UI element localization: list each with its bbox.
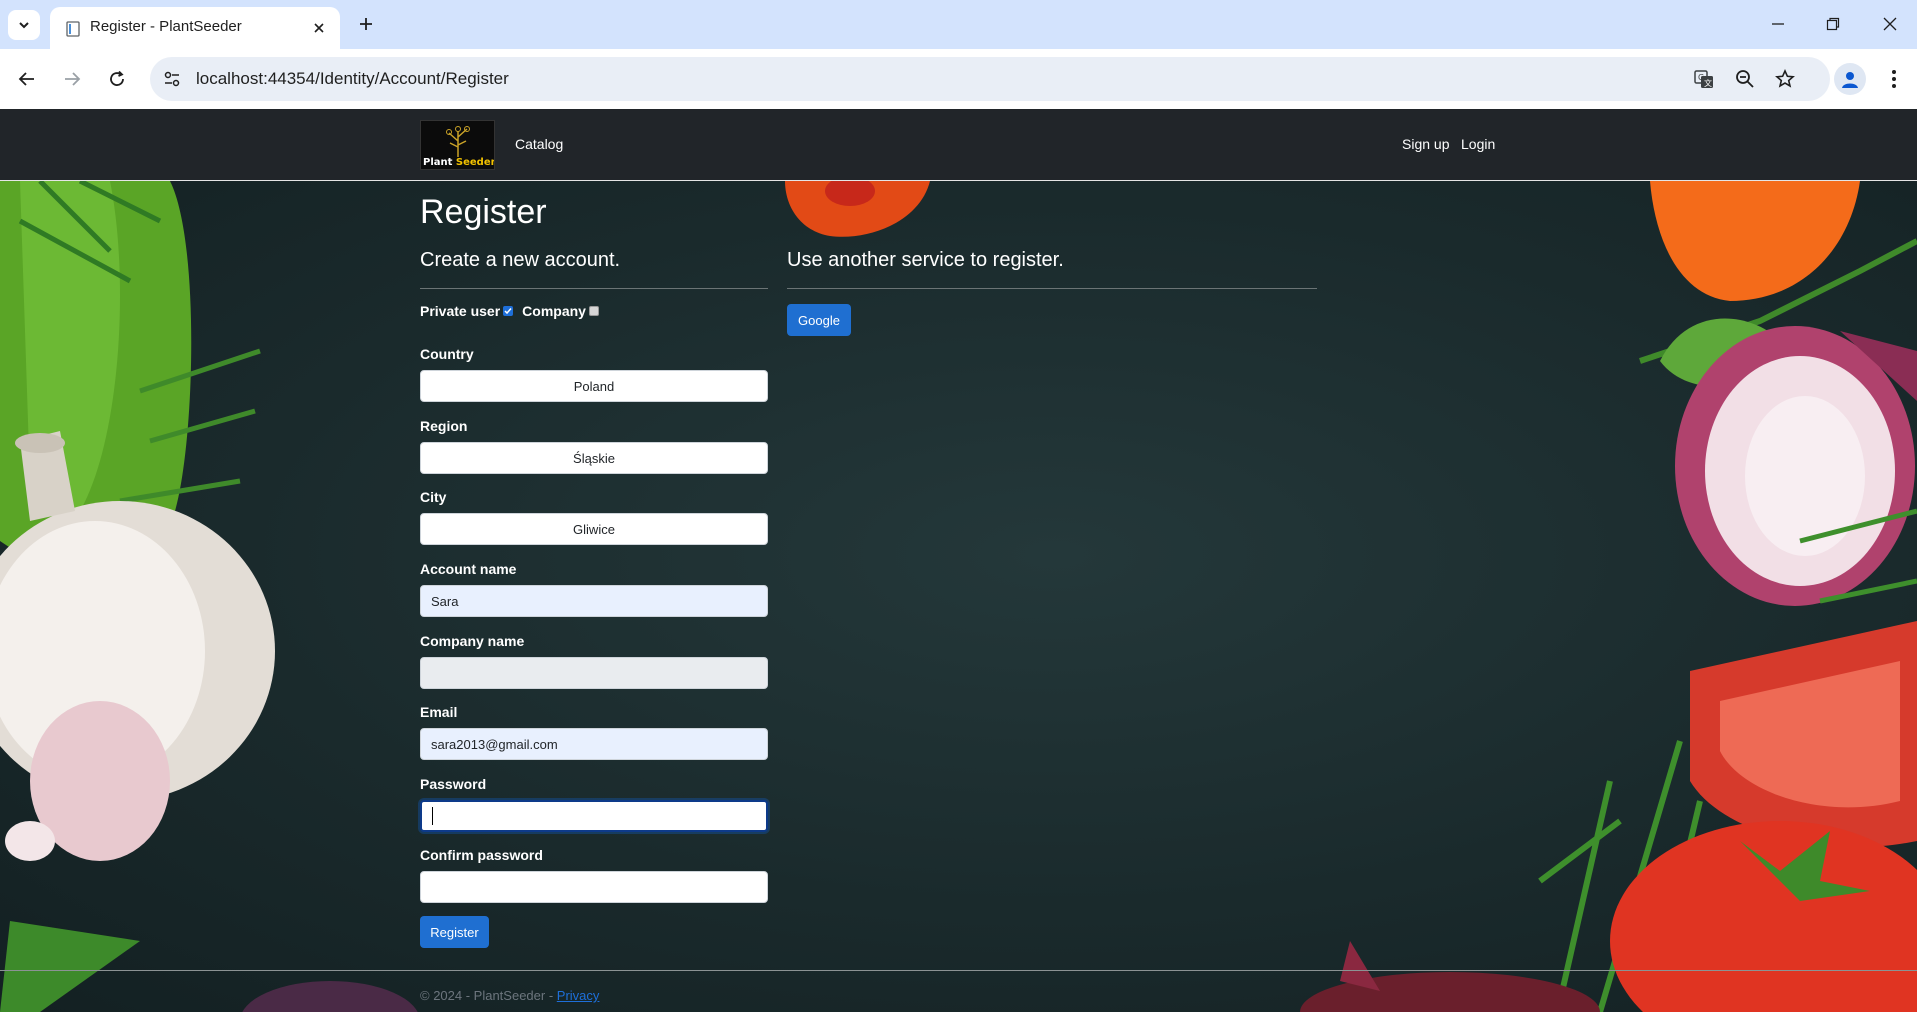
zoom-out-icon [1736, 70, 1754, 88]
company-checkbox[interactable] [588, 306, 599, 316]
web-page: Plant Seeder Catalog Sign up Login Regis… [0, 109, 1917, 1012]
password-label: Password [420, 776, 487, 792]
form-divider [420, 288, 768, 289]
vegetables-illustration [0, 181, 1917, 1012]
translate-button[interactable]: G文 [1693, 68, 1715, 90]
translate-icon: G文 [1694, 70, 1713, 88]
privacy-link[interactable]: Privacy [557, 988, 600, 1003]
browser-tab[interactable]: Register - PlantSeeder [50, 7, 340, 49]
google-login-button[interactable]: Google [787, 304, 851, 336]
password-input[interactable] [420, 800, 768, 832]
footer-divider [0, 970, 1917, 971]
minimize-button[interactable] [1766, 12, 1790, 36]
account-name-input[interactable]: Sara [420, 585, 768, 617]
company-name-input[interactable] [420, 657, 768, 689]
company-label: Company [522, 303, 586, 319]
external-login-title: Use another service to register. [787, 249, 1064, 271]
close-icon [314, 23, 324, 33]
site-info-button[interactable] [162, 69, 182, 89]
confirm-password-input[interactable] [420, 871, 768, 903]
browser-menu-button[interactable] [1880, 65, 1908, 93]
nav-signup-link[interactable]: Sign up [1402, 136, 1449, 152]
star-icon [1775, 69, 1795, 88]
site-navbar: Plant Seeder Catalog Sign up Login [0, 109, 1917, 181]
check-icon [504, 308, 512, 315]
reload-icon [110, 70, 124, 86]
email-input[interactable]: sara2013@gmail.com [420, 728, 768, 760]
city-label: City [420, 489, 447, 505]
account-type-row: Private user Company [420, 303, 605, 319]
text-cursor [432, 807, 433, 825]
address-bar[interactable]: localhost:44354/Identity/Account/Registe… [150, 57, 1830, 101]
tab-title: Register - PlantSeeder [90, 18, 242, 35]
region-select[interactable]: Śląskie [420, 442, 768, 474]
browser-tabstrip: Register - PlantSeeder [0, 0, 1917, 49]
restore-button[interactable] [1821, 12, 1845, 36]
back-button[interactable] [13, 65, 41, 93]
tab-search-button[interactable] [8, 10, 40, 40]
svg-text:文: 文 [1704, 78, 1712, 88]
form-subtitle: Create a new account. [420, 249, 621, 271]
minimize-icon [1772, 23, 1784, 25]
footer: © 2024 - PlantSeeder - Privacy [420, 988, 599, 1003]
country-select[interactable]: Poland [420, 370, 768, 402]
browser-toolbar: localhost:44354/Identity/Account/Registe… [0, 49, 1917, 109]
zoom-button[interactable] [1734, 68, 1756, 90]
nav-catalog-link[interactable]: Catalog [515, 136, 563, 152]
confirm-password-label: Confirm password [420, 847, 543, 863]
country-label: Country [420, 346, 474, 362]
plus-icon [360, 18, 372, 30]
page-title: Register [420, 193, 547, 231]
footer-copyright: © 2024 - PlantSeeder - [420, 988, 554, 1003]
account-name-label: Account name [420, 561, 517, 577]
company-name-label: Company name [420, 633, 525, 649]
region-label: Region [420, 418, 468, 434]
forward-button[interactable] [58, 65, 86, 93]
private-user-label: Private user [420, 303, 501, 319]
restore-icon [1826, 17, 1840, 31]
arrow-right-icon [65, 72, 81, 86]
chevron-down-icon [19, 22, 29, 29]
close-window-button[interactable] [1878, 12, 1902, 36]
vegetable-background [0, 181, 1917, 1012]
tab-close-button[interactable] [310, 19, 328, 37]
new-tab-button[interactable] [354, 12, 378, 36]
avatar-icon [1842, 72, 1858, 88]
private-user-checkbox[interactable] [503, 306, 514, 316]
url-text: localhost:44354/Identity/Account/Registe… [196, 69, 509, 88]
plantseeder-logo[interactable]: Plant Seeder [420, 120, 495, 170]
email-label: Email [420, 704, 458, 720]
more-vertical-icon [1892, 70, 1896, 88]
reload-button[interactable] [103, 65, 131, 93]
profile-button[interactable] [1834, 63, 1866, 95]
tune-icon [164, 71, 180, 87]
plant-icon [446, 126, 470, 157]
nav-login-link[interactable]: Login [1461, 136, 1495, 152]
arrow-left-icon [18, 72, 34, 86]
city-select[interactable]: Gliwice [420, 513, 768, 545]
external-divider [787, 288, 1317, 289]
close-icon [1883, 17, 1897, 31]
register-button[interactable]: Register [420, 916, 489, 948]
logo-text: Plant Seeder [423, 157, 495, 168]
bookmark-button[interactable] [1774, 68, 1796, 90]
page-icon [66, 21, 80, 37]
